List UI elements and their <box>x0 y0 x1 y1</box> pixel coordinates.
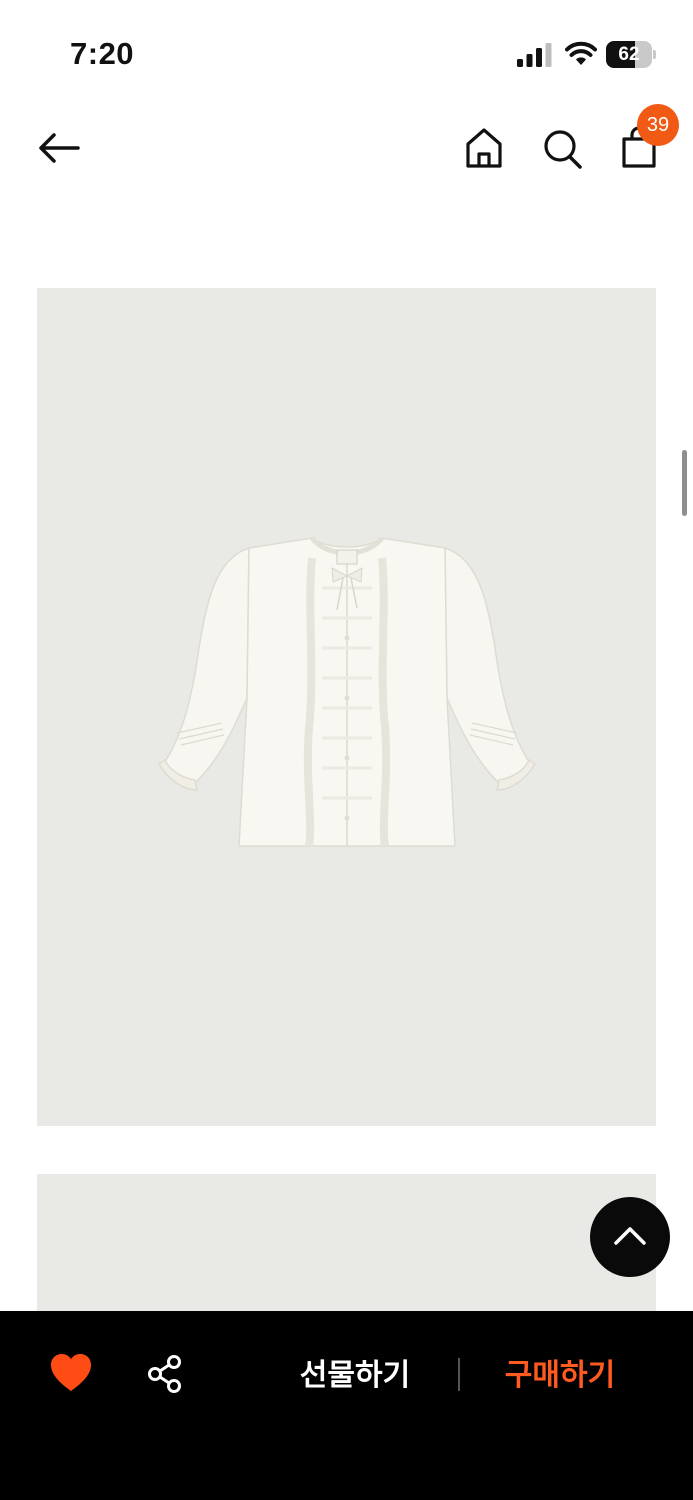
action-divider <box>458 1358 460 1391</box>
search-icon[interactable] <box>540 125 584 171</box>
chevron-up-icon <box>614 1227 646 1245</box>
status-time: 7:20 <box>70 36 135 71</box>
blouse-image <box>158 536 536 847</box>
product-image[interactable] <box>37 288 656 1126</box>
cart-count-badge: 39 <box>637 104 679 146</box>
heart-icon[interactable] <box>49 1353 93 1393</box>
scroll-top-button[interactable] <box>590 1197 670 1277</box>
back-arrow-icon[interactable] <box>34 126 84 170</box>
buy-button[interactable]: 구매하기 <box>495 1351 625 1401</box>
home-icon[interactable] <box>462 125 506 171</box>
battery-percent: 62 <box>618 44 640 65</box>
battery-icon: 62 <box>606 41 656 68</box>
status-bar: 7:20 62 <box>0 0 693 100</box>
gift-button[interactable]: 선물하기 <box>290 1351 420 1401</box>
product-image-secondary[interactable] <box>37 1174 656 1314</box>
wifi-icon <box>565 41 597 65</box>
share-icon[interactable] <box>146 1354 184 1394</box>
page-scrollbar[interactable] <box>682 450 687 516</box>
signal-icon <box>517 43 552 67</box>
nav-bar <box>0 100 693 200</box>
bottom-action-bar: 선물하기 구매하기 <box>0 1311 693 1500</box>
